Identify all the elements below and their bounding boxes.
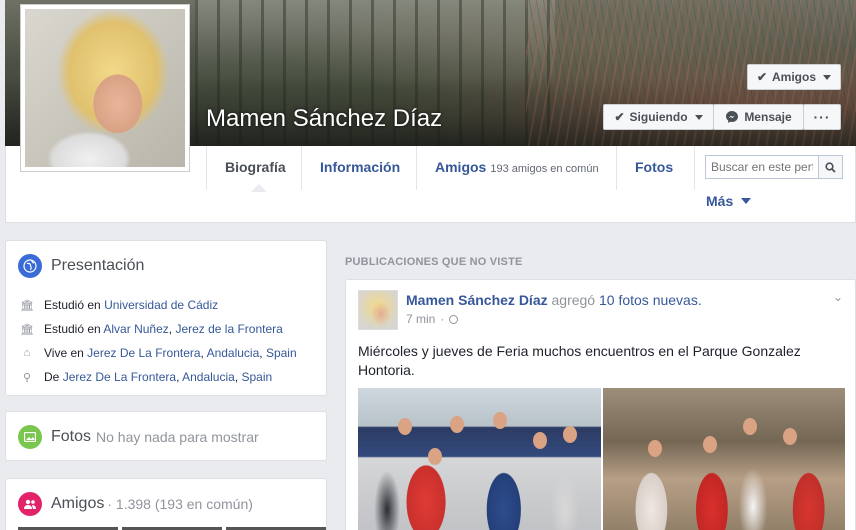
friends-count-text: 1.398 (193 en común)	[115, 496, 253, 512]
face	[743, 418, 757, 435]
following-button[interactable]: ✔ Siguiendo	[603, 104, 714, 130]
school-icon: 🏛	[20, 299, 34, 312]
face	[533, 432, 547, 449]
intro-link[interactable]: Andalucia	[182, 370, 235, 384]
tab-informacion[interactable]: Información	[320, 159, 400, 175]
post-text: Miércoles y jueves de Feria muchos encue…	[358, 343, 801, 378]
intro-row-from: ⚲ De Jerez De La Frontera, Andalucia, Sp…	[20, 370, 272, 384]
post-author-name[interactable]: Mamen Sánchez Díaz	[406, 292, 548, 308]
post-photos-link[interactable]: 10 fotos nuevas.	[599, 292, 702, 308]
profile-picture-image	[25, 9, 185, 167]
friends-status-label: Amigos	[772, 70, 817, 84]
post-photo[interactable]	[603, 388, 845, 530]
face	[648, 440, 662, 457]
post-photo[interactable]	[358, 388, 601, 530]
friends-card: Amigos · 1.398 (193 en común)	[5, 478, 327, 530]
face	[450, 416, 464, 433]
post-options-chevron-icon[interactable]: ⌄	[833, 290, 843, 304]
tab-fotos[interactable]: Fotos	[635, 159, 673, 175]
intro-link[interactable]: Jerez de la Frontera	[175, 322, 282, 336]
photos-card: Fotos No hay nada para mostrar	[5, 411, 327, 461]
more-options-label: ···	[813, 109, 831, 125]
intro-link[interactable]: Jerez De La Frontera	[87, 346, 200, 360]
check-icon: ✔	[614, 110, 625, 124]
caret-down-icon	[694, 114, 703, 120]
nav-separator	[206, 146, 207, 190]
intro-row-lives-in: ⌂ Vive en Jerez De La Frontera, Andaluci…	[20, 346, 297, 360]
profile-search	[705, 155, 843, 179]
public-globe-icon[interactable]	[449, 314, 459, 324]
post-timestamp[interactable]: 7 min	[406, 312, 435, 326]
intro-row-education-1: 🏛 Estudió en Universidad de Cádiz	[20, 298, 218, 312]
intro-card: Presentación 🏛 Estudió en Universidad de…	[5, 240, 327, 396]
friends-icon	[18, 492, 42, 516]
caret-down-icon	[741, 198, 752, 204]
feed-section-header: PUBLICACIONES QUE NO VISTE	[345, 256, 523, 268]
following-label: Siguiendo	[629, 110, 688, 124]
intro-row-prefix: Vive en	[44, 346, 84, 360]
intro-link[interactable]: Universidad de Cádiz	[104, 298, 218, 312]
friends-status-button[interactable]: ✔ Amigos	[747, 64, 841, 90]
intro-link[interactable]: Jerez De La Frontera	[63, 370, 176, 384]
feed-post: Mamen Sánchez Díaz agregó 10 fotos nueva…	[345, 279, 856, 530]
intro-link[interactable]: Andalucia	[207, 346, 260, 360]
tab-biografia[interactable]: Biografía	[225, 159, 286, 175]
intro-link[interactable]: Spain	[241, 370, 272, 384]
post-author-avatar[interactable]	[358, 290, 398, 330]
face	[493, 412, 507, 429]
tab-amigos-count: 193 amigos en común	[490, 163, 599, 175]
school-icon: 🏛	[20, 323, 34, 336]
friends-title[interactable]: Amigos	[51, 495, 104, 513]
message-button[interactable]: Mensaje	[713, 104, 804, 130]
intro-row-prefix: De	[44, 370, 60, 384]
friends-card-title: Amigos · 1.398 (193 en común)	[18, 492, 253, 516]
post-meta: 7 min ·	[406, 312, 459, 326]
intro-row-prefix: Estudió en	[44, 298, 101, 312]
check-icon: ✔	[756, 70, 768, 84]
meta-dot: ·	[440, 312, 445, 326]
message-label: Mensaje	[744, 110, 792, 124]
active-tab-indicator	[251, 184, 267, 192]
face	[783, 428, 797, 445]
intro-card-title: Presentación	[18, 254, 144, 278]
intro-title: Presentación	[51, 257, 145, 274]
more-options-button[interactable]: ···	[803, 104, 841, 130]
search-icon	[825, 161, 836, 173]
friends-count: · 1.398 (193 en común)	[107, 496, 253, 512]
post-header: Mamen Sánchez Díaz agregó 10 fotos nueva…	[406, 292, 702, 308]
caret-down-icon	[823, 74, 832, 80]
nav-separator	[416, 146, 417, 190]
face	[398, 418, 412, 435]
photos-card-title: Fotos No hay nada para mostrar	[18, 425, 259, 449]
photos-icon	[18, 425, 42, 449]
tab-amigos-label: Amigos	[435, 159, 487, 175]
more-tabs-label: Más	[706, 193, 734, 209]
face	[703, 436, 717, 453]
messenger-icon	[726, 111, 739, 123]
nav-separator	[301, 146, 302, 190]
profile-picture[interactable]	[20, 4, 190, 172]
face	[428, 448, 442, 465]
profile-name[interactable]: Mamen Sánchez Díaz	[206, 105, 442, 133]
location-pin-icon: ⚲	[22, 371, 32, 384]
post-action: agregó	[551, 292, 596, 308]
photos-title[interactable]: Fotos	[51, 428, 91, 446]
profile-search-input[interactable]	[706, 156, 818, 178]
more-tabs-dropdown[interactable]: Más	[706, 193, 752, 209]
intro-link[interactable]: Alvar Nuñez	[103, 322, 168, 336]
intro-row-education-2: 🏛 Estudió en Alvar Nuñez, Jerez de la Fr…	[20, 322, 283, 336]
tab-amigos[interactable]: Amigos 193 amigos en común	[435, 159, 599, 175]
home-icon: ⌂	[23, 347, 31, 359]
face	[563, 426, 577, 443]
photos-empty-text: No hay nada para mostrar	[96, 429, 259, 445]
nav-separator	[694, 146, 695, 190]
globe-icon	[18, 254, 42, 278]
nav-separator	[616, 146, 617, 190]
search-button[interactable]	[818, 156, 842, 178]
intro-link[interactable]: Spain	[266, 346, 297, 360]
intro-row-prefix: Estudió en	[44, 322, 101, 336]
